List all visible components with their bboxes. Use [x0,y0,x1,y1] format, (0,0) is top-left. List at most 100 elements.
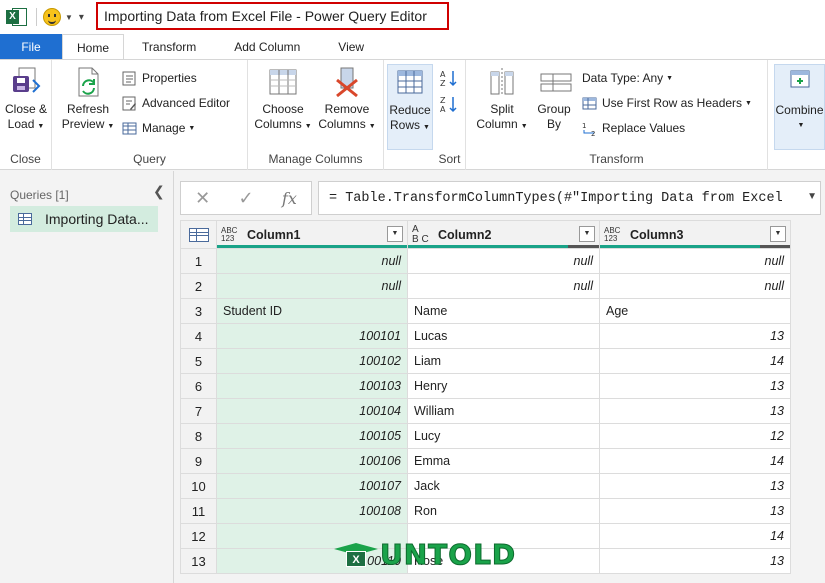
data-type-dropdown[interactable]: Data Type: Any ▼ [582,68,673,88]
grid-cell[interactable]: 100103 [216,373,408,399]
use-first-row-headers-button[interactable]: Use First Row as Headers ▼ [582,93,752,113]
cancel-formula-icon[interactable]: ✕ [195,188,210,209]
tab-add-column[interactable]: Add Column [222,34,326,60]
grid-cell[interactable]: 100101 [216,323,408,349]
advanced-editor-icon [122,96,137,111]
commit-formula-icon[interactable]: ✓ [239,188,254,209]
grid-cell[interactable]: Liam [407,348,600,374]
tab-file[interactable]: File [0,34,62,60]
quick-access-customize-icon[interactable]: ▾ [79,12,84,23]
grid-cell[interactable]: 14 [599,523,791,549]
grid-cell[interactable]: Lucy [407,423,600,449]
type-text-icon[interactable]: AB C [412,224,432,245]
tab-home[interactable]: Home [62,34,125,60]
grid-cell[interactable]: 100104 [216,398,408,424]
grid-cell[interactable]: Ron [407,498,600,524]
grid-cell[interactable]: 13 [599,323,791,349]
grid-cell[interactable]: 100107 [216,473,408,499]
grid-cell[interactable]: 100105 [216,423,408,449]
query-item[interactable]: Importing Data... [10,206,158,232]
grid-cell[interactable]: Lucas [407,323,600,349]
smiley-dropdown-icon[interactable]: ▼ [65,13,73,22]
grid-cell[interactable]: null [599,248,791,274]
formula-input[interactable]: = Table.TransformColumnTypes(#"Importing… [318,181,821,215]
split-column-button[interactable]: Split Column ▼ [474,66,530,134]
manage-label: Manage [142,121,186,135]
row-number[interactable]: 6 [180,373,217,399]
expand-formula-chevron-icon[interactable]: ▼ [807,191,817,202]
row-number[interactable]: 8 [180,423,217,449]
group-by-button[interactable]: Group By [532,66,576,132]
grid-cell[interactable]: null [216,273,408,299]
column-filter-dropdown-icon[interactable]: ▼ [579,226,595,242]
row-number[interactable]: 11 [180,498,217,524]
tab-view[interactable]: View [326,34,376,60]
row-number[interactable]: 3 [180,298,217,324]
grid-cell[interactable]: null [599,273,791,299]
choose-columns-button[interactable]: Choose Columns ▼ [254,66,312,134]
grid-cell[interactable]: 13 [599,548,791,574]
refresh-preview-button[interactable]: Refresh Preview ▼ [60,66,116,134]
grid-cell[interactable]: null [407,248,600,274]
grid-cell[interactable]: 100102 [216,348,408,374]
svg-text:1: 1 [582,122,586,130]
grid-cell[interactable]: 13 [599,373,791,399]
row-number[interactable]: 4 [180,323,217,349]
row-number[interactable]: 10 [180,473,217,499]
row-number[interactable]: 13 [180,548,217,574]
sort-descending-button[interactable]: ZA [440,92,460,114]
properties-label: Properties [142,71,197,85]
grid-cell[interactable]: 100106 [216,448,408,474]
grid-cell[interactable]: Name [407,298,600,324]
advanced-editor-button[interactable]: Advanced Editor [122,93,230,113]
grid-cell[interactable]: null [216,248,408,274]
reduce-rows-button[interactable]: Reduce Rows ▼ [387,64,433,150]
collapse-queries-chevron-icon[interactable]: ❮ [153,183,165,200]
title-bar: X ▼ ▾ Importing Data from Excel File - P… [0,0,825,34]
sort-ascending-button[interactable]: AZ [440,66,460,88]
column-header-1[interactable]: ABC 123 Column1 ▼ [216,220,408,249]
combine-button[interactable]: Combine ▼ [774,64,825,150]
grid-cell[interactable]: 13 [599,498,791,524]
row-number[interactable]: 7 [180,398,217,424]
row-number[interactable]: 9 [180,448,217,474]
row-number[interactable]: 12 [180,523,217,549]
group-transform: Split Column ▼ Group By Data Type: Any ▼ U… [466,60,768,170]
row-number[interactable]: 2 [180,273,217,299]
properties-button[interactable]: Properties [122,68,197,88]
table-row: 6 100103 Henry 13 [180,373,791,399]
grid-corner[interactable] [180,220,217,249]
grid-cell[interactable]: Emma [407,448,600,474]
manage-button[interactable]: Manage ▼ [122,118,195,138]
close-load-button[interactable]: Close & Load ▼ [2,66,50,134]
column-header-2[interactable]: AB C Column2 ▼ [407,220,600,249]
grid-cell[interactable]: Henry [407,373,600,399]
replace-values-button[interactable]: 12 Replace Values [582,118,685,138]
remove-columns-button[interactable]: Remove Columns ▼ [316,66,378,134]
grid-cell[interactable]: null [407,273,600,299]
row-number[interactable]: 5 [180,348,217,374]
smiley-feedback-icon[interactable] [43,8,61,26]
close-load-label: Close & [4,102,48,116]
grid-cell[interactable]: 13 [599,473,791,499]
replace-values-icon: 12 [582,121,597,138]
column-filter-dropdown-icon[interactable]: ▼ [770,226,786,242]
row-number[interactable]: 1 [180,248,217,274]
grid-cell[interactable]: 100108 [216,498,408,524]
fx-icon[interactable]: fx [282,189,297,208]
grid-cell[interactable]: Jack [407,473,600,499]
grid-cell[interactable]: William [407,398,600,424]
grid-cell[interactable]: 13 [599,398,791,424]
type-any-icon[interactable]: ABC 123 [604,226,624,243]
choose-columns-label-2: Columns [254,117,302,131]
grid-cell[interactable]: Age [599,298,791,324]
column-header-3[interactable]: ABC 123 Column3 ▼ [599,220,791,249]
grid-cell[interactable]: 14 [599,448,791,474]
group-manage-columns: Choose Columns ▼ Remove Columns ▼ Manage C… [248,60,384,170]
tab-transform[interactable]: Transform [124,34,222,60]
column-filter-dropdown-icon[interactable]: ▼ [387,226,403,242]
grid-cell[interactable]: Student ID [216,298,408,324]
type-any-icon[interactable]: ABC 123 [221,226,241,243]
grid-cell[interactable]: 14 [599,348,791,374]
grid-cell[interactable]: 12 [599,423,791,449]
